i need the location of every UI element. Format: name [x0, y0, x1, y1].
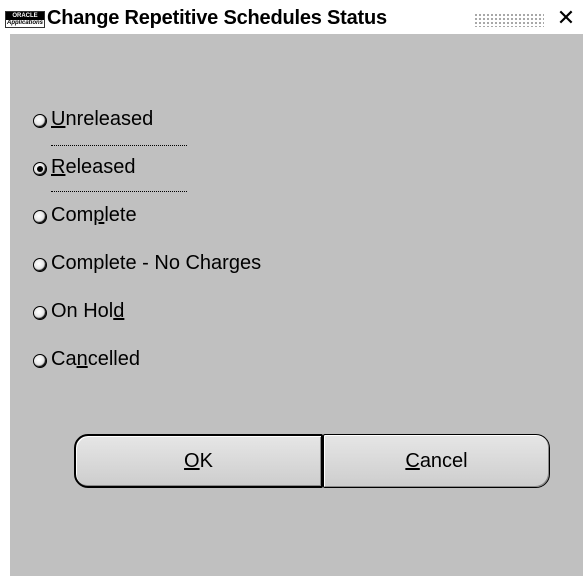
radio-label-cancelled: Cancelled: [51, 348, 140, 370]
mnemonic-p: p: [93, 204, 105, 226]
close-icon[interactable]: ✕: [552, 6, 580, 32]
ok-button[interactable]: OK: [74, 434, 323, 488]
app-icon-line2: Applications: [6, 20, 43, 26]
radio-label-on-hold: On Hold: [51, 300, 125, 322]
radio-label-unreleased: Unreleased: [51, 108, 154, 130]
radio-button-icon[interactable]: [33, 210, 47, 224]
radio-label-released: Released: [51, 156, 136, 178]
mnemonic-n: n: [76, 348, 88, 370]
radio-button-icon[interactable]: [33, 258, 47, 272]
mnemonic-r: R: [51, 156, 66, 178]
mnemonic-d: d: [113, 300, 125, 322]
title-bar[interactable]: ORACLE Applications Change Repetitive Sc…: [0, 0, 583, 34]
cancel-button[interactable]: Cancel: [323, 434, 550, 488]
dialog-body: Unreleased Released Complete Complete - …: [10, 34, 583, 576]
mnemonic-c: C: [405, 450, 420, 472]
title-grip-icon: [474, 13, 544, 27]
mnemonic-o: O: [184, 450, 200, 472]
radio-label-complete-no-charges: Complete - No Charges: [51, 252, 262, 274]
radio-button-icon[interactable]: [33, 114, 47, 128]
window-title: Change Repetitive Schedules Status: [47, 7, 387, 29]
radio-button-icon[interactable]: [33, 306, 47, 320]
app-icon-line1: ORACLE: [6, 12, 44, 20]
radio-button-icon[interactable]: [33, 354, 47, 368]
mnemonic-u: U: [51, 108, 66, 130]
radio-button-selected-icon[interactable]: [33, 162, 47, 176]
radio-label-complete: Complete: [51, 204, 137, 226]
oracle-applications-icon[interactable]: ORACLE Applications: [5, 11, 45, 28]
